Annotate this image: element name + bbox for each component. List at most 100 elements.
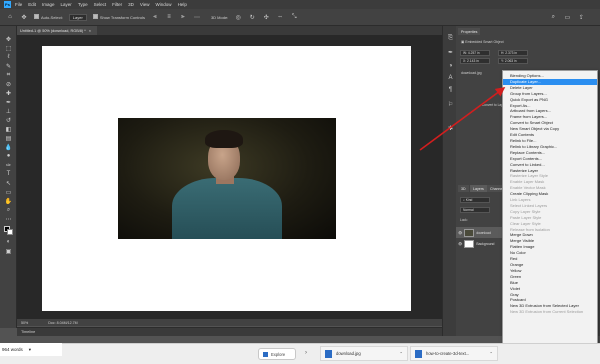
placed-photo-layer[interactable] — [118, 118, 336, 239]
lock-label: Lock: — [460, 218, 468, 222]
3d-mode-label: 3D Mode: — [210, 14, 229, 20]
tools-panel: ✥ ⬚ ℓ ✎ ⌗ ⊘ ✚ ✒ ⊥ ↺ ◧ ▤ 💧 ● ✑ T ↖ ▭ ✋ ⌕ … — [0, 26, 17, 328]
libraries-panel-icon[interactable]: ✱ — [446, 124, 455, 132]
zoom-level[interactable]: 50% — [21, 321, 28, 325]
clone-stamp-tool-icon[interactable]: ⊥ — [4, 107, 13, 115]
file-icon — [325, 349, 332, 358]
height-label: H: — [501, 51, 505, 55]
download-item-1[interactable]: download.jpg ⌃ — [320, 346, 408, 361]
menu-window[interactable]: Window — [156, 2, 172, 7]
download-filename: download.jpg — [336, 351, 361, 356]
distribute-icon[interactable]: ⋯ — [193, 13, 201, 21]
history-brush-tool-icon[interactable]: ↺ — [4, 116, 13, 124]
move-tool-icon[interactable]: ✥ — [20, 13, 28, 21]
tab-properties[interactable]: Properties — [458, 28, 481, 35]
auto-select-checkbox[interactable]: Auto-Select: — [34, 14, 63, 20]
more-tools-icon[interactable]: ⋯ — [4, 215, 13, 223]
healing-brush-tool-icon[interactable]: ✚ — [4, 89, 13, 97]
rectangle-tool-icon[interactable]: ▭ — [4, 188, 13, 196]
glyphs-panel-icon[interactable]: ⚐ — [446, 100, 455, 108]
path-select-tool-icon[interactable]: ↖ — [4, 179, 13, 187]
workspace-icon[interactable]: ▭ — [563, 13, 571, 21]
character-panel-icon[interactable]: A — [446, 74, 455, 82]
tab-layers[interactable]: Layers — [470, 185, 487, 192]
y-field[interactable]: Y: 2.063 in — [498, 58, 528, 64]
menu-image[interactable]: Image — [42, 2, 55, 7]
x-field[interactable]: X: 2.143 in — [460, 58, 490, 64]
brush-panel-icon[interactable]: ✒ — [446, 48, 455, 56]
blur-tool-icon[interactable]: 💧 — [4, 143, 13, 151]
visibility-eye-icon[interactable]: 👁 — [458, 242, 462, 246]
3d-roll-icon[interactable]: ↻ — [248, 13, 256, 21]
crop-tool-icon[interactable]: ⌗ — [4, 71, 13, 79]
share-icon[interactable]: ⇪ — [577, 13, 585, 21]
document-info[interactable]: Doc: 8.04M/12.7M — [48, 321, 77, 325]
visibility-eye-icon[interactable]: 👁 — [458, 231, 462, 235]
auto-select-target-dropdown[interactable]: Layer — [68, 13, 87, 21]
marquee-tool-icon[interactable]: ⬚ — [4, 44, 13, 52]
tab-3d[interactable]: 3D — [458, 185, 469, 192]
align-center-icon[interactable]: ≡ — [165, 13, 173, 21]
align-right-icon[interactable]: ⫸ — [179, 13, 187, 21]
height-value: 2.373 in — [505, 51, 517, 55]
menu-help[interactable]: Help — [178, 2, 187, 7]
eraser-tool-icon[interactable]: ◧ — [4, 125, 13, 133]
layer-filter-dropdown[interactable]: ⌕ Kind — [460, 197, 490, 203]
width-field[interactable]: W: 4.257 in — [460, 50, 490, 56]
chevron-up-icon[interactable]: ⌃ — [489, 351, 493, 356]
home-icon[interactable]: ⌂ — [6, 13, 14, 21]
timeline-tab[interactable]: Timeline — [21, 330, 35, 334]
layer-row-background[interactable]: 👁 Background — [456, 238, 506, 249]
layer-name: download — [476, 230, 491, 235]
gradient-tool-icon[interactable]: ▤ — [4, 134, 13, 142]
explore-button[interactable]: Explore — [258, 348, 296, 360]
3d-orbit-icon[interactable]: ◎ — [234, 13, 242, 21]
width-value: 4.257 in — [467, 51, 480, 55]
document-tab[interactable]: Untitled-1 @ 50% (download, RGB/8) * × — [17, 26, 97, 35]
type-tool-icon[interactable]: T — [4, 170, 13, 178]
close-icon[interactable]: × — [89, 29, 91, 33]
eyedropper-tool-icon[interactable]: ⊘ — [4, 80, 13, 88]
layer-row-download[interactable]: 👁 download — [456, 227, 506, 238]
adjust-panel-icon[interactable]: ◑ — [446, 62, 455, 70]
hand-tool-icon[interactable]: ✋ — [4, 197, 13, 205]
quick-mask-icon[interactable]: ◐ — [4, 238, 13, 246]
menu-view[interactable]: View — [140, 2, 150, 7]
3d-pan-icon[interactable]: ✣ — [262, 13, 270, 21]
word-count[interactable]: 964 words ▾ — [0, 343, 62, 356]
pen-tool-icon[interactable]: ✑ — [4, 161, 13, 169]
quick-select-tool-icon[interactable]: ✎ — [4, 62, 13, 70]
search-icon[interactable]: ⌕ — [549, 13, 557, 21]
x-label: X: — [463, 59, 467, 63]
color-swatches-icon[interactable] — [4, 226, 13, 235]
3d-slide-icon[interactable]: ⇔ — [276, 13, 284, 21]
screen-mode-icon[interactable]: ▣ — [4, 247, 13, 255]
chevron-up-icon[interactable]: ⌃ — [399, 351, 403, 356]
dodge-tool-icon[interactable]: ● — [4, 152, 13, 160]
brush-tool-icon[interactable]: ✒ — [4, 98, 13, 106]
photoshop-logo[interactable]: Ps — [4, 1, 11, 8]
menu-select[interactable]: Select — [94, 2, 107, 7]
layer-context-menu: Blending Options... Duplicate Layer... Del… — [502, 70, 598, 362]
menu-layer[interactable]: Layer — [61, 2, 72, 7]
paragraph-panel-icon[interactable]: ¶ — [446, 86, 455, 94]
menu-type[interactable]: Type — [78, 2, 88, 7]
download-filename: how-to-create-3d-text... — [426, 351, 470, 356]
history-panel-icon[interactable]: ⎘ — [446, 34, 455, 42]
menu-filter[interactable]: Filter — [112, 2, 122, 7]
download-item-2[interactable]: how-to-create-3d-text... ⌃ — [410, 346, 498, 361]
lasso-tool-icon[interactable]: ℓ — [4, 53, 13, 61]
move-tool-icon[interactable]: ✥ — [4, 35, 13, 43]
blend-mode-dropdown[interactable]: Normal — [460, 207, 490, 213]
zoom-tool-icon[interactable]: ⌕ — [4, 206, 13, 214]
menu-file[interactable]: File — [15, 2, 22, 7]
menu-3d[interactable]: 3D — [128, 2, 134, 7]
chevron-right-icon[interactable]: › — [305, 350, 307, 356]
show-transform-checkbox[interactable]: Show Transform Controls — [92, 14, 145, 20]
options-bar: ⌂ ✥ Auto-Select: Layer Show Transform Co… — [0, 9, 600, 26]
height-field[interactable]: H: 2.373 in — [498, 50, 528, 56]
align-left-icon[interactable]: ⫷ — [151, 13, 159, 21]
linked-file-name: download.jpg — [461, 71, 482, 75]
menu-edit[interactable]: Edit — [28, 2, 36, 7]
3d-scale-icon[interactable]: ⤡ — [290, 13, 298, 21]
